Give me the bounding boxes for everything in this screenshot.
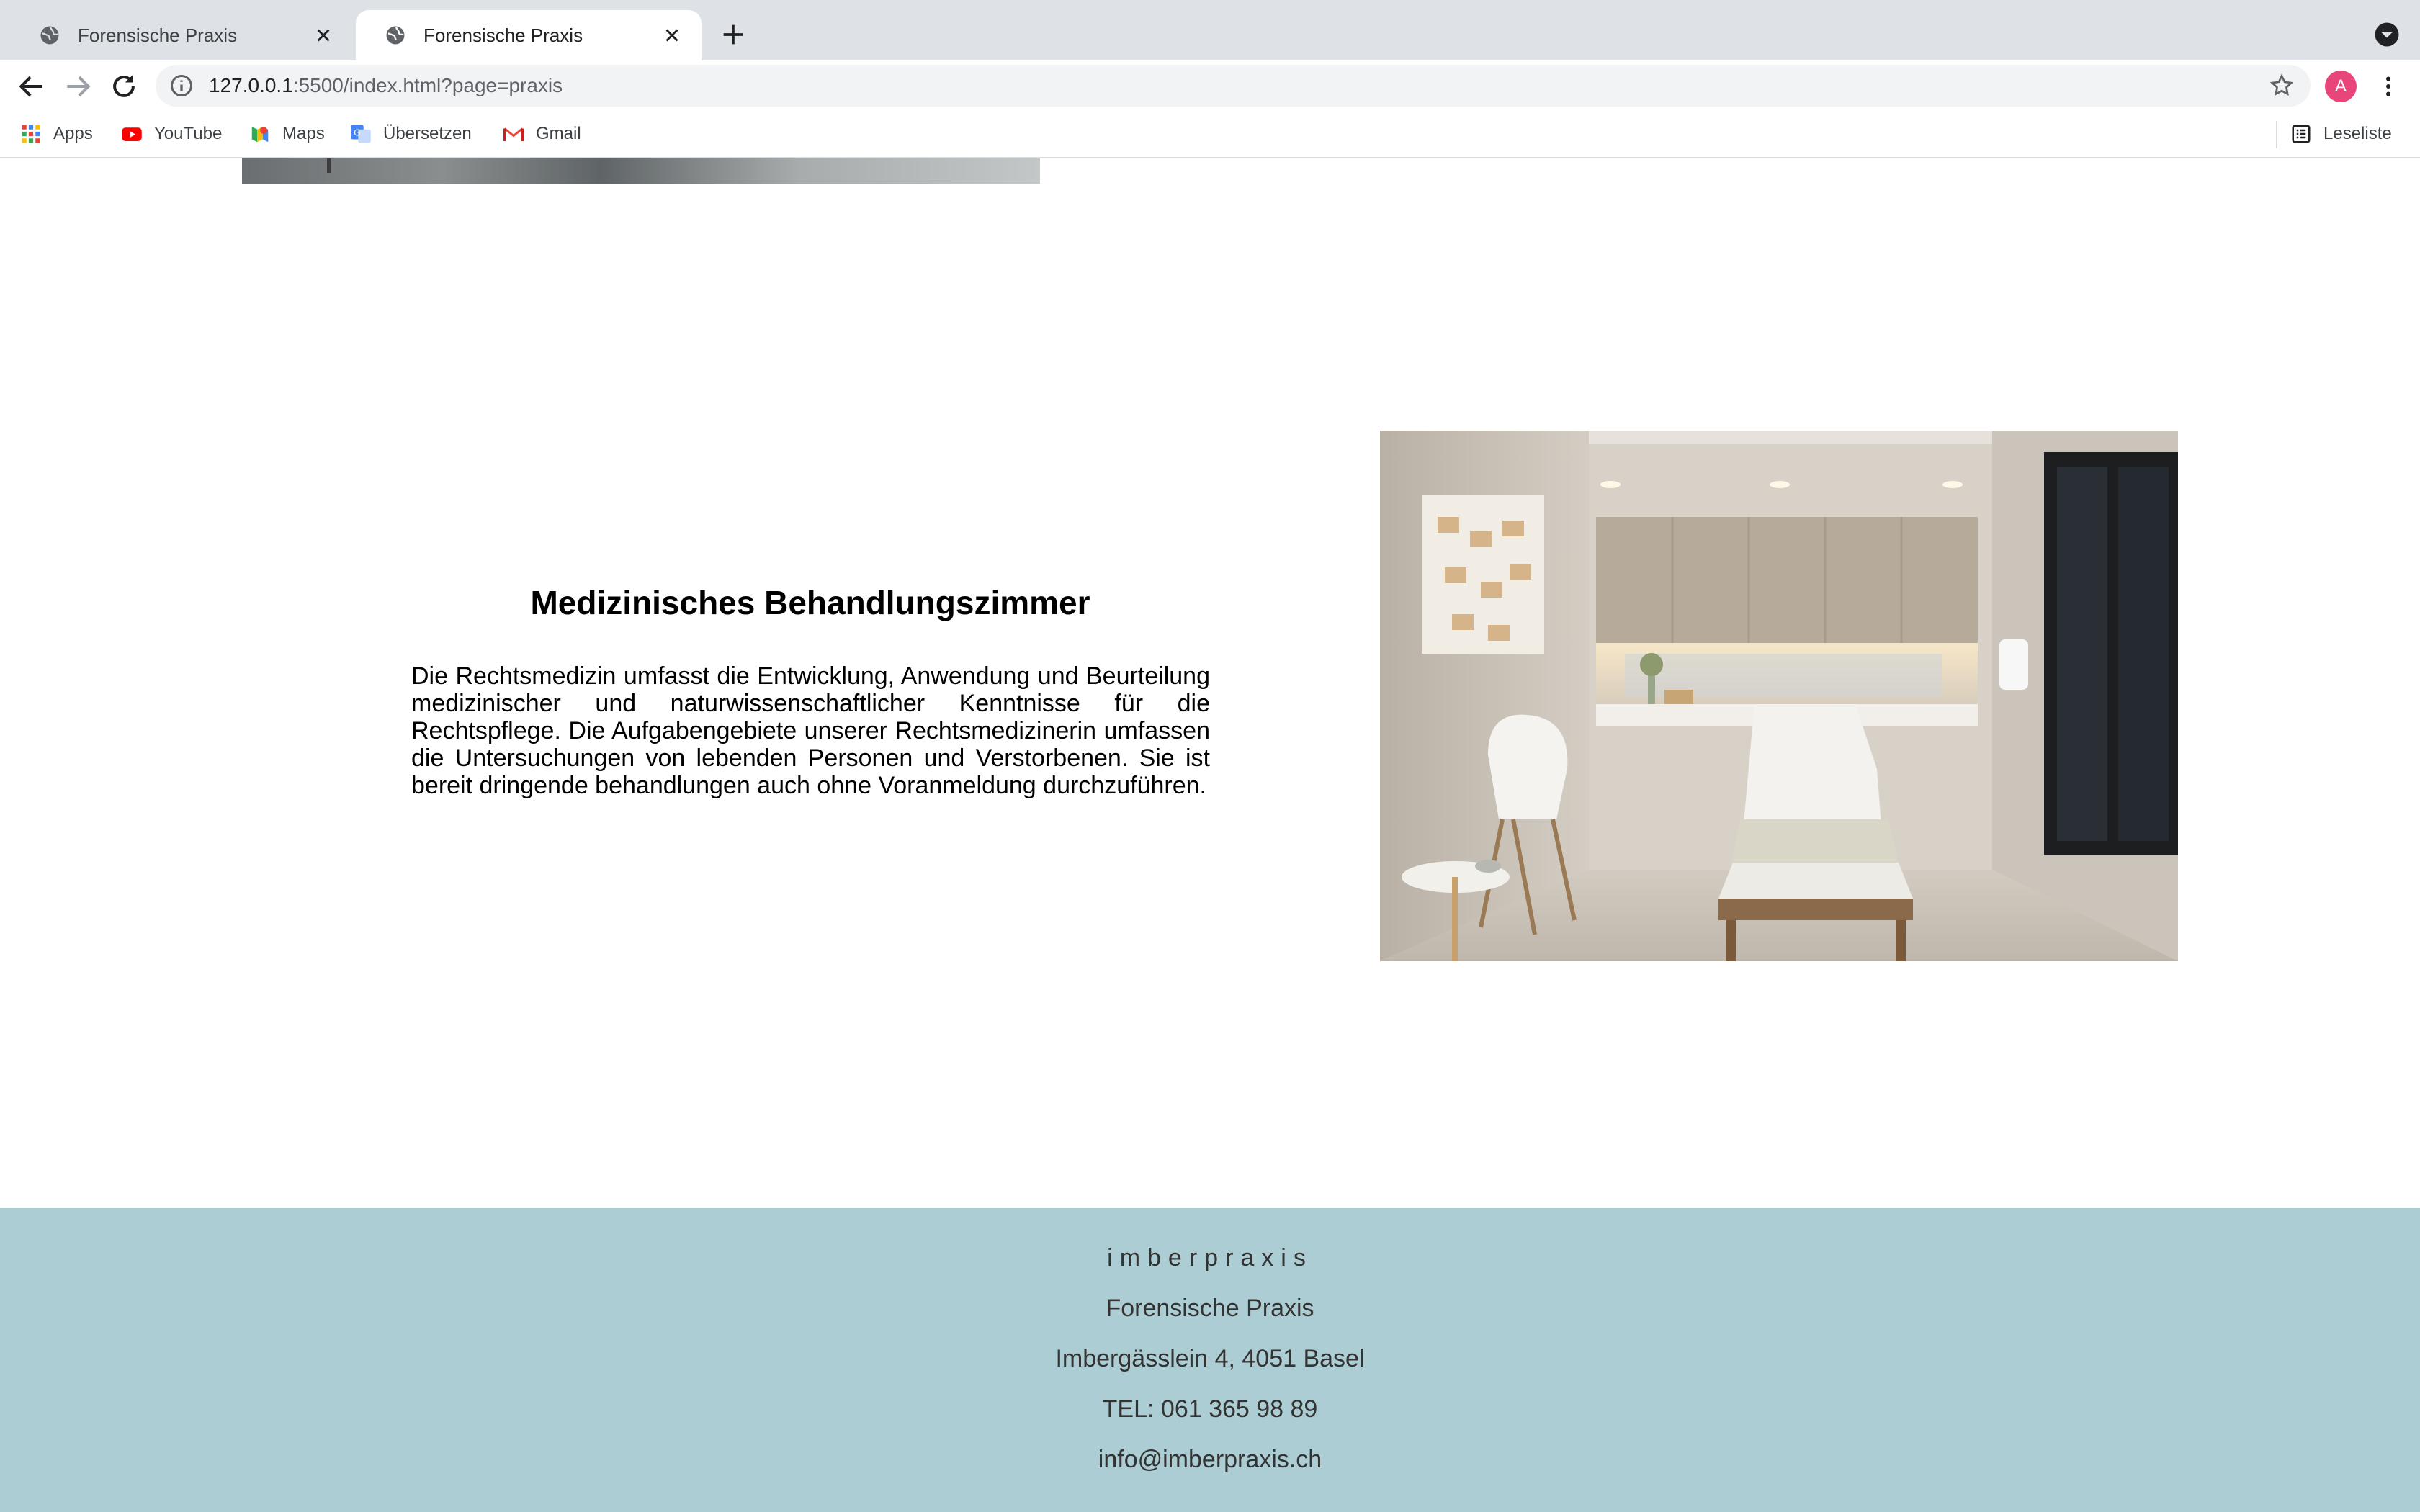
section-description: Die Rechtsmedizin umfasst die Entwicklun… <box>411 662 1210 799</box>
treatment-room-illustration <box>1380 431 2178 961</box>
bookmark-label: Übersetzen <box>383 124 472 143</box>
forward-icon[interactable] <box>62 71 94 102</box>
reading-list-label: Leseliste <box>2323 124 2392 143</box>
profile-avatar[interactable]: A <box>2325 71 2357 102</box>
new-tab-icon[interactable] <box>719 20 748 49</box>
chair-leg-detail <box>327 158 331 173</box>
bookmark-label: Gmail <box>536 124 581 143</box>
close-icon[interactable] <box>661 24 683 46</box>
gmail-icon <box>503 127 524 141</box>
footer-brand: imberpraxis <box>1107 1244 1313 1272</box>
bookmark-gmail[interactable]: Gmail <box>503 120 581 148</box>
bookmarks-divider <box>2276 121 2277 148</box>
tab-search-icon[interactable] <box>2374 22 2400 48</box>
bookmark-star-icon[interactable] <box>2269 73 2295 99</box>
apps-grid-icon <box>22 125 40 143</box>
url-text: 127.0.0.1:5500/index.html?page=praxis <box>209 74 563 97</box>
info-icon[interactable] <box>169 73 194 99</box>
address-bar[interactable]: 127.0.0.1:5500/index.html?page=praxis <box>156 65 2311 107</box>
bookmark-maps[interactable]: Maps <box>249 120 325 148</box>
bookmark-label: YouTube <box>154 124 223 143</box>
reading-list-button[interactable]: Leseliste <box>2290 120 2392 148</box>
previous-section-image <box>242 158 1040 184</box>
globe-icon <box>386 26 405 45</box>
bookmark-label: Maps <box>282 124 325 143</box>
browser-toolbar: 127.0.0.1:5500/index.html?page=praxis A <box>0 60 2420 111</box>
tab-title: Forensische Praxis <box>424 24 583 46</box>
youtube-icon <box>122 127 142 141</box>
bookmarks-bar: Apps YouTube Maps G Übersetzen Gmail Les… <box>0 111 2420 158</box>
reading-list-icon <box>2292 125 2311 143</box>
bookmark-youtube[interactable]: YouTube <box>121 120 222 148</box>
url-path: :5500/index.html?page=praxis <box>292 74 563 96</box>
tab-title: Forensische Praxis <box>78 24 238 46</box>
footer-email[interactable]: info@imberpraxis.ch <box>0 1446 2420 1474</box>
tab-inactive[interactable]: Forensische Praxis <box>10 10 353 60</box>
url-host: 127.0.0.1 <box>209 74 293 96</box>
section-title: Medizinisches Behandlungszimmer <box>530 584 1090 621</box>
page-viewport: Medizinisches Behandlungszimmer Die Rech… <box>0 158 2420 1512</box>
footer-address: Imbergässlein 4, 4051 Basel <box>1055 1345 1365 1372</box>
globe-icon <box>40 26 59 45</box>
footer-practice-name: Forensische Praxis <box>1106 1295 1314 1322</box>
more-menu-icon[interactable] <box>2375 72 2401 101</box>
reload-icon[interactable] <box>108 71 140 102</box>
bookmark-label: Apps <box>53 124 93 143</box>
bookmark-translate[interactable]: G Übersetzen <box>350 120 472 148</box>
footer-phone: TEL: 061 365 98 89 <box>1102 1395 1318 1423</box>
back-icon[interactable] <box>16 71 48 102</box>
site-footer: imberpraxis Forensische Praxis Imbergäss… <box>0 1208 2420 1512</box>
translate-icon: G <box>351 125 371 143</box>
bookmark-apps[interactable]: Apps <box>20 120 93 148</box>
svg-text:G: G <box>354 127 361 138</box>
treatment-room-photo <box>1380 431 2178 961</box>
tab-active[interactable]: Forensische Praxis <box>356 10 702 60</box>
tab-strip: Forensische Praxis Forensische Praxis <box>0 0 2420 60</box>
maps-icon <box>251 127 269 143</box>
close-icon[interactable] <box>313 24 334 46</box>
